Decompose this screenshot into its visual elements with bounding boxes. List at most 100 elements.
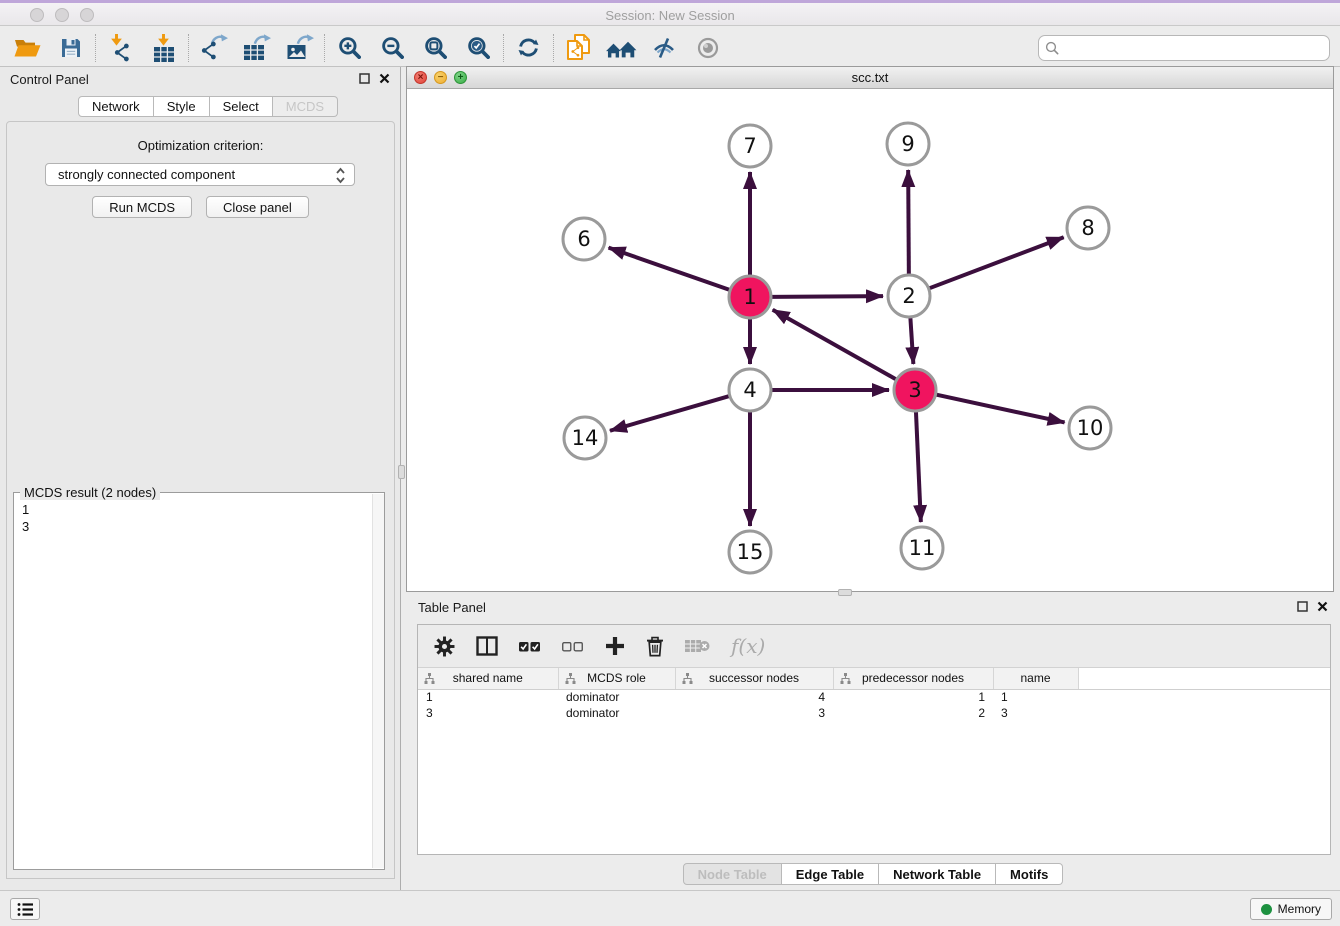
- export-table-button[interactable]: [235, 31, 278, 65]
- new-network-from-selection-button[interactable]: [557, 31, 600, 65]
- show-view-button[interactable]: [686, 31, 729, 65]
- optimization-criterion-dropdown[interactable]: strongly connected component: [45, 163, 355, 186]
- network-graph[interactable]: 7 9 6 8 1 2 4 3 14 10 15 11: [407, 89, 1333, 591]
- hide-panels-button[interactable]: [643, 31, 686, 65]
- graph-edge-1-2[interactable]: [772, 296, 883, 297]
- open-folder-icon: [14, 37, 41, 59]
- table-panel-title: Table Panel: [418, 600, 486, 615]
- tab-motifs[interactable]: Motifs: [996, 863, 1063, 885]
- export-image-button[interactable]: [278, 31, 321, 65]
- column-header-predecessor-nodes[interactable]: predecessor nodes: [833, 668, 993, 689]
- import-network-button[interactable]: [99, 31, 142, 65]
- eye-icon: [696, 36, 720, 60]
- add-column-icon[interactable]: [605, 636, 625, 656]
- cell-mcds-role[interactable]: dominator: [558, 689, 675, 705]
- graph-edge-2-3[interactable]: [910, 318, 913, 364]
- hierarchy-icon: [424, 673, 435, 684]
- graph-node-15[interactable]: 15: [729, 531, 771, 573]
- graph-edge-3-10[interactable]: [936, 395, 1064, 423]
- tab-network-table[interactable]: Network Table: [879, 863, 996, 885]
- graph-edge-1-6[interactable]: [609, 248, 730, 290]
- open-session-button[interactable]: [6, 31, 49, 65]
- home-button[interactable]: [600, 31, 643, 65]
- run-mcds-button[interactable]: Run MCDS: [92, 196, 192, 218]
- graph-node-14[interactable]: 14: [564, 417, 606, 459]
- cell-shared-name[interactable]: 1: [418, 689, 558, 705]
- node-table-container: f(x) shared name MCDS role: [417, 624, 1331, 855]
- control-panel-title: Control Panel: [10, 72, 89, 87]
- close-panel-button[interactable]: Close panel: [206, 196, 309, 218]
- cell-mcds-role[interactable]: dominator: [558, 705, 675, 721]
- result-line: 1: [22, 501, 376, 518]
- float-panel-icon[interactable]: [359, 73, 370, 84]
- export-network-icon: [200, 34, 228, 61]
- graph-edge-3-1[interactable]: [773, 310, 896, 379]
- tab-style[interactable]: Style: [154, 96, 210, 117]
- close-panel-icon[interactable]: [1317, 601, 1328, 612]
- zoom-fit-button[interactable]: [414, 31, 457, 65]
- save-session-button[interactable]: [49, 31, 92, 65]
- vertical-divider-grip[interactable]: [398, 465, 405, 479]
- tab-select[interactable]: Select: [210, 96, 273, 117]
- cell-predecessor-nodes[interactable]: 1: [833, 689, 993, 705]
- float-panel-icon[interactable]: [1297, 601, 1308, 612]
- select-all-icon[interactable]: [519, 641, 541, 652]
- tab-edge-table[interactable]: Edge Table: [782, 863, 879, 885]
- column-header-successor-nodes[interactable]: successor nodes: [675, 668, 833, 689]
- graph-node-2[interactable]: 2: [888, 275, 930, 317]
- tab-network[interactable]: Network: [78, 96, 154, 117]
- graph-node-10[interactable]: 10: [1069, 407, 1111, 449]
- column-header-shared-name[interactable]: shared name: [418, 668, 558, 689]
- cell-successor-nodes[interactable]: 4: [675, 689, 833, 705]
- graph-edge-2-9[interactable]: [908, 170, 909, 274]
- zoom-in-button[interactable]: [328, 31, 371, 65]
- function-builder-icon: f(x): [731, 634, 765, 658]
- app-titlebar: Session: New Session: [0, 0, 1340, 26]
- homes-icon: [606, 37, 637, 59]
- import-table-button[interactable]: [142, 31, 185, 65]
- search-input[interactable]: [1064, 40, 1323, 55]
- graph-node-7[interactable]: 7: [729, 125, 771, 167]
- graph-node-3[interactable]: 3: [894, 369, 936, 411]
- application-window: Session: New Session: [0, 0, 1340, 926]
- task-history-button[interactable]: [10, 898, 40, 920]
- apply-layout-button[interactable]: [507, 31, 550, 65]
- graph-node-9[interactable]: 9: [887, 123, 929, 165]
- result-scrollbar[interactable]: [372, 494, 384, 868]
- column-header-name[interactable]: name: [993, 668, 1078, 689]
- status-bar: Memory: [0, 890, 1340, 926]
- export-network-button[interactable]: [192, 31, 235, 65]
- graph-node-6[interactable]: 6: [563, 218, 605, 260]
- delete-column-trash-icon[interactable]: [646, 636, 664, 657]
- graph-edge-2-8[interactable]: [930, 237, 1064, 288]
- graph-edge-3-11[interactable]: [916, 412, 921, 522]
- graph-node-1[interactable]: 1: [729, 276, 771, 318]
- column-header-mcds-role[interactable]: MCDS role: [558, 668, 675, 689]
- close-panel-icon[interactable]: [379, 73, 390, 84]
- cell-name[interactable]: 3: [993, 705, 1078, 721]
- cell-name[interactable]: 1: [993, 689, 1078, 705]
- cell-predecessor-nodes[interactable]: 2: [833, 705, 993, 721]
- cell-shared-name[interactable]: 3: [418, 705, 558, 721]
- zoom-out-button[interactable]: [371, 31, 414, 65]
- deselect-all-icon[interactable]: [562, 641, 584, 652]
- horizontal-divider-grip[interactable]: [838, 589, 852, 596]
- search-box[interactable]: [1038, 35, 1330, 61]
- tab-node-table[interactable]: Node Table: [683, 863, 782, 885]
- table-header-row: shared name MCDS role successor nodes: [418, 668, 1330, 689]
- graph-node-8[interactable]: 8: [1067, 207, 1109, 249]
- svg-text:15: 15: [737, 540, 764, 564]
- gear-icon[interactable]: [434, 636, 455, 657]
- memory-button[interactable]: Memory: [1250, 898, 1332, 920]
- table-toolbar: f(x): [418, 625, 1330, 668]
- control-panel-tabs: Network Style Select MCDS: [78, 96, 338, 117]
- graph-node-4[interactable]: 4: [729, 369, 771, 411]
- tab-mcds[interactable]: MCDS: [273, 96, 338, 117]
- split-view-icon[interactable]: [476, 636, 498, 656]
- cell-successor-nodes[interactable]: 3: [675, 705, 833, 721]
- graph-edge-4-14[interactable]: [610, 396, 729, 431]
- zoom-selected-button[interactable]: [457, 31, 500, 65]
- zoom-selected-icon: [467, 36, 490, 59]
- zoom-fit-icon: [424, 36, 447, 59]
- graph-node-11[interactable]: 11: [901, 527, 943, 569]
